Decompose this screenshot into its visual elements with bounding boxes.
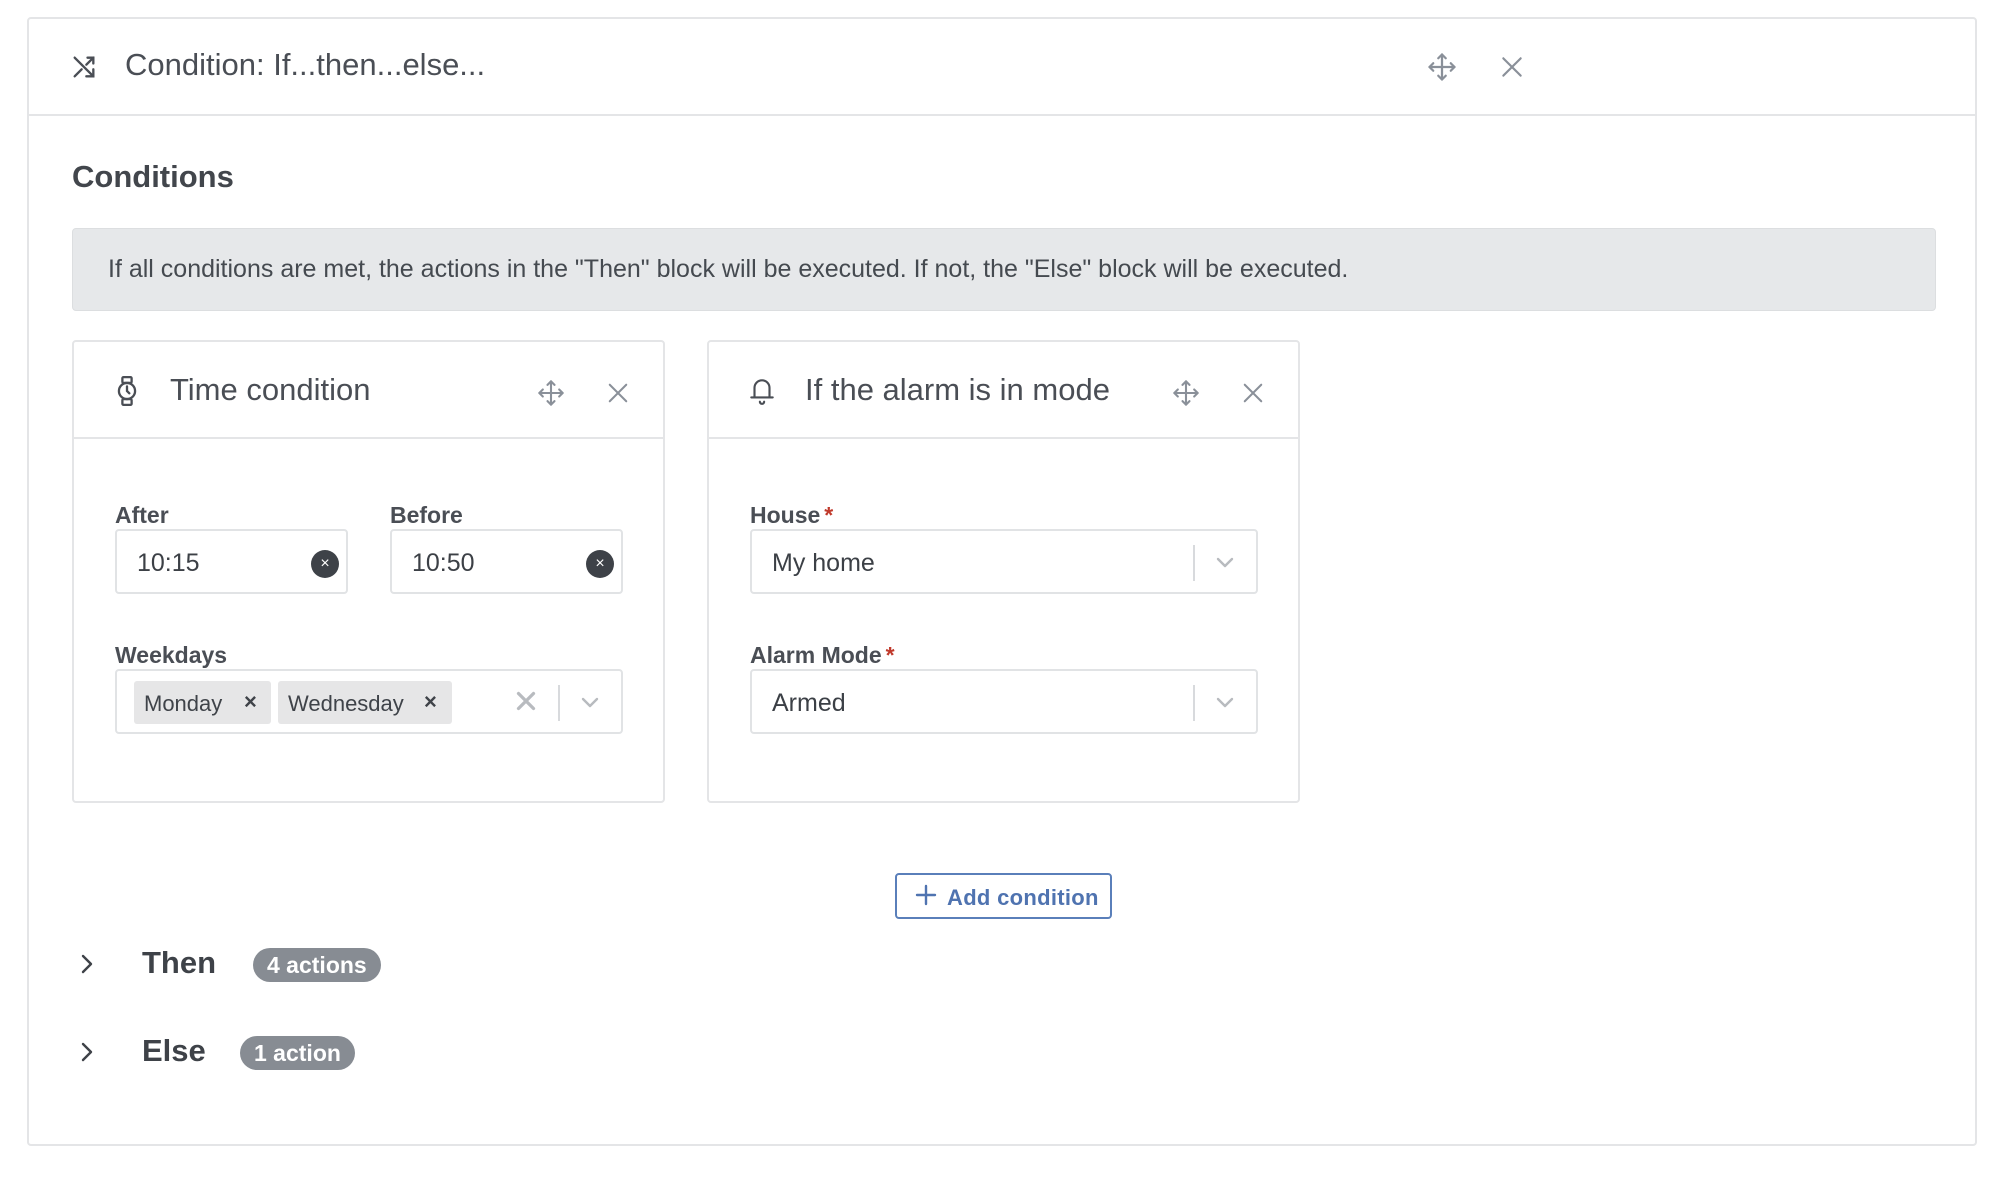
weekday-chip-label: Wednesday [288, 691, 404, 716]
card-header: Time condition [74, 342, 663, 439]
after-label: After [115, 502, 169, 528]
select-separator [558, 685, 560, 721]
required-marker: * [885, 642, 895, 668]
alarm-mode-card: If the alarm is in mode House * My home A… [707, 340, 1300, 803]
after-time-value: 10:15 [137, 549, 200, 577]
move-icon[interactable] [1427, 52, 1457, 82]
watch-icon [117, 376, 137, 406]
bell-icon [750, 379, 774, 405]
card-title: Time condition [170, 372, 371, 407]
else-title: Else [142, 1033, 206, 1068]
then-section-toggle[interactable]: Then 4 actions [78, 945, 381, 985]
add-condition-label: Add condition [947, 885, 1099, 910]
remove-chip-button[interactable]: × [424, 689, 437, 715]
close-icon[interactable] [1499, 54, 1525, 80]
alarm-mode-select-value: Armed [772, 689, 846, 717]
close-icon[interactable] [1242, 382, 1264, 404]
alarm-mode-select[interactable]: Armed [750, 669, 1258, 734]
card-title: If the alarm is in mode [805, 372, 1110, 407]
before-time-input[interactable]: 10:50 × [390, 529, 623, 594]
alarm-mode-label-text: Alarm Mode [750, 642, 882, 668]
time-condition-card: Time condition After 10:15 × Before 10:5… [72, 340, 665, 803]
conditions-info-box: If all conditions are met, the actions i… [72, 228, 1936, 311]
shuffle-icon [73, 56, 95, 78]
plus-icon [915, 884, 937, 906]
chevron-right-icon [81, 1042, 93, 1062]
move-icon[interactable] [1172, 378, 1200, 408]
panel-title: Condition: If...then...else... [125, 47, 486, 82]
clear-before-button[interactable]: × [586, 550, 614, 578]
before-time-value: 10:50 [412, 549, 475, 577]
select-separator [1193, 685, 1195, 721]
weekday-chip: Wednesday × [278, 681, 452, 724]
chevron-down-icon[interactable] [1212, 550, 1238, 574]
weekday-chip: Monday × [134, 681, 271, 724]
condition-panel: Condition: If...then...else... Condition… [27, 17, 1977, 1146]
else-actions-badge: 1 action [240, 1036, 355, 1070]
chevron-down-icon[interactable] [577, 690, 603, 714]
conditions-heading: Conditions [72, 159, 234, 194]
move-icon[interactable] [537, 378, 565, 408]
else-section-toggle[interactable]: Else 1 action [78, 1033, 378, 1073]
weekdays-label: Weekdays [115, 642, 228, 668]
then-actions-badge: 4 actions [253, 948, 381, 982]
clear-after-button[interactable]: × [311, 550, 339, 578]
house-select-value: My home [772, 549, 875, 577]
card-header: If the alarm is in mode [709, 342, 1298, 439]
clear-all-icon[interactable] [511, 686, 541, 716]
add-condition-button[interactable]: Add condition [895, 873, 1112, 919]
panel-header: Condition: If...then...else... [29, 19, 1975, 116]
chevron-down-icon[interactable] [1212, 690, 1238, 714]
close-icon[interactable] [607, 382, 629, 404]
alarm-mode-label: Alarm Mode * [750, 642, 895, 669]
required-marker: * [824, 502, 834, 528]
house-label-text: House [750, 502, 821, 528]
weekdays-multiselect[interactable]: Monday × Wednesday × [115, 669, 623, 734]
after-time-input[interactable]: 10:15 × [115, 529, 348, 594]
select-separator [1193, 545, 1195, 581]
chevron-right-icon [81, 954, 93, 974]
remove-chip-button[interactable]: × [244, 689, 257, 715]
weekday-chip-label: Monday [144, 691, 223, 716]
before-label: Before [390, 502, 463, 528]
house-select[interactable]: My home [750, 529, 1258, 594]
house-label: House * [750, 502, 833, 529]
then-title: Then [142, 945, 217, 980]
